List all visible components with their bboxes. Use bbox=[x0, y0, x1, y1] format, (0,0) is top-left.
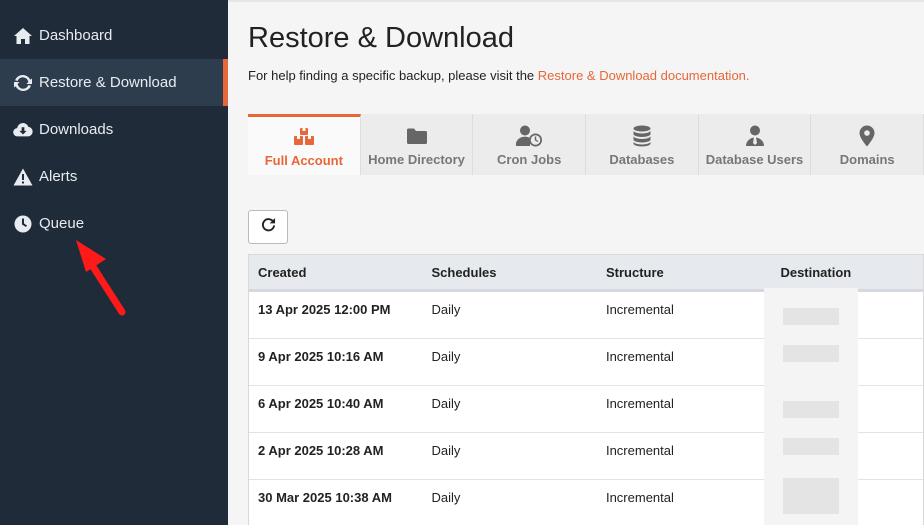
sidebar-item-label: Queue bbox=[39, 215, 85, 232]
annotation-arrow-icon bbox=[76, 240, 126, 316]
cell-created: 13 Apr 2025 12:00 PM bbox=[258, 302, 391, 317]
redo-icon bbox=[261, 217, 276, 237]
cell-structure: Incremental bbox=[605, 302, 674, 317]
refresh-icon bbox=[13, 73, 33, 93]
backup-type-tabs: Full Account Home Directory Cron Jobs Da… bbox=[248, 114, 924, 175]
column-header-structure[interactable]: Structure bbox=[598, 265, 772, 280]
tab-label: Home Directory bbox=[368, 152, 465, 167]
cell-created: 6 Apr 2025 10:40 AM bbox=[258, 396, 384, 411]
help-text-body: For help finding a specific backup, plea… bbox=[248, 68, 538, 83]
map-marker-icon bbox=[859, 125, 875, 147]
boxes-icon bbox=[293, 126, 315, 148]
tab-domains[interactable]: Domains bbox=[811, 114, 924, 175]
refresh-button[interactable] bbox=[248, 210, 288, 244]
cell-structure: Incremental bbox=[605, 349, 674, 364]
database-icon bbox=[633, 125, 651, 147]
column-header-created[interactable]: Created bbox=[249, 265, 423, 280]
sidebar-item-label: Downloads bbox=[39, 121, 114, 138]
main-panel: Restore & Download For help finding a sp… bbox=[228, 0, 924, 525]
cell-created: 30 Mar 2025 10:38 AM bbox=[258, 490, 392, 505]
folder-icon bbox=[406, 125, 428, 147]
cell-structure: Incremental bbox=[605, 443, 674, 458]
tab-full-account[interactable]: Full Account bbox=[248, 114, 361, 175]
cloud-download-icon bbox=[13, 120, 33, 140]
column-header-schedules[interactable]: Schedules bbox=[423, 265, 597, 280]
tab-label: Full Account bbox=[264, 153, 343, 168]
cell-schedule: Daily bbox=[431, 443, 461, 458]
home-icon bbox=[13, 26, 33, 46]
sidebar-item-label: Dashboard bbox=[39, 27, 113, 44]
warning-icon bbox=[13, 167, 33, 187]
cell-structure: Incremental bbox=[605, 396, 674, 411]
tab-label: Domains bbox=[839, 152, 895, 167]
tab-cron-jobs[interactable]: Cron Jobs bbox=[473, 114, 587, 175]
tab-label: Cron Jobs bbox=[497, 152, 562, 167]
cell-created: 9 Apr 2025 10:16 AM bbox=[258, 349, 384, 364]
cell-structure: Incremental bbox=[605, 490, 674, 505]
cell-schedule: Daily bbox=[431, 349, 461, 364]
documentation-link[interactable]: Restore & Download documentation. bbox=[538, 68, 750, 83]
tab-database-users[interactable]: Database Users bbox=[698, 114, 812, 175]
column-header-destination[interactable]: Destination bbox=[772, 265, 923, 280]
user-clock-icon bbox=[516, 125, 543, 147]
tab-home-directory[interactable]: Home Directory bbox=[360, 114, 474, 175]
sidebar-item-label: Alerts bbox=[39, 168, 78, 185]
clock-icon bbox=[13, 214, 33, 234]
tab-label: Database Users bbox=[705, 152, 804, 167]
cell-created: 2 Apr 2025 10:28 AM bbox=[258, 443, 384, 458]
redacted-destination-block bbox=[764, 288, 858, 525]
user-tie-icon bbox=[745, 125, 765, 147]
tab-label: Databases bbox=[609, 152, 675, 167]
cell-schedule: Daily bbox=[431, 396, 461, 411]
cell-schedule: Daily bbox=[431, 302, 461, 317]
help-text: For help finding a specific backup, plea… bbox=[248, 68, 750, 83]
tab-databases[interactable]: Databases bbox=[586, 114, 699, 175]
cell-schedule: Daily bbox=[431, 490, 461, 505]
page-title: Restore & Download bbox=[248, 22, 514, 54]
sidebar-item-alerts[interactable]: Alerts bbox=[0, 153, 228, 200]
sidebar: Dashboard Restore & Download Downloads A… bbox=[0, 0, 228, 525]
sidebar-item-downloads[interactable]: Downloads bbox=[0, 106, 228, 153]
sidebar-item-restore-download[interactable]: Restore & Download bbox=[0, 59, 228, 106]
table-header: Created Schedules Structure Destination bbox=[249, 255, 923, 292]
sidebar-item-label: Restore & Download bbox=[39, 74, 177, 91]
sidebar-item-dashboard[interactable]: Dashboard bbox=[0, 12, 228, 59]
